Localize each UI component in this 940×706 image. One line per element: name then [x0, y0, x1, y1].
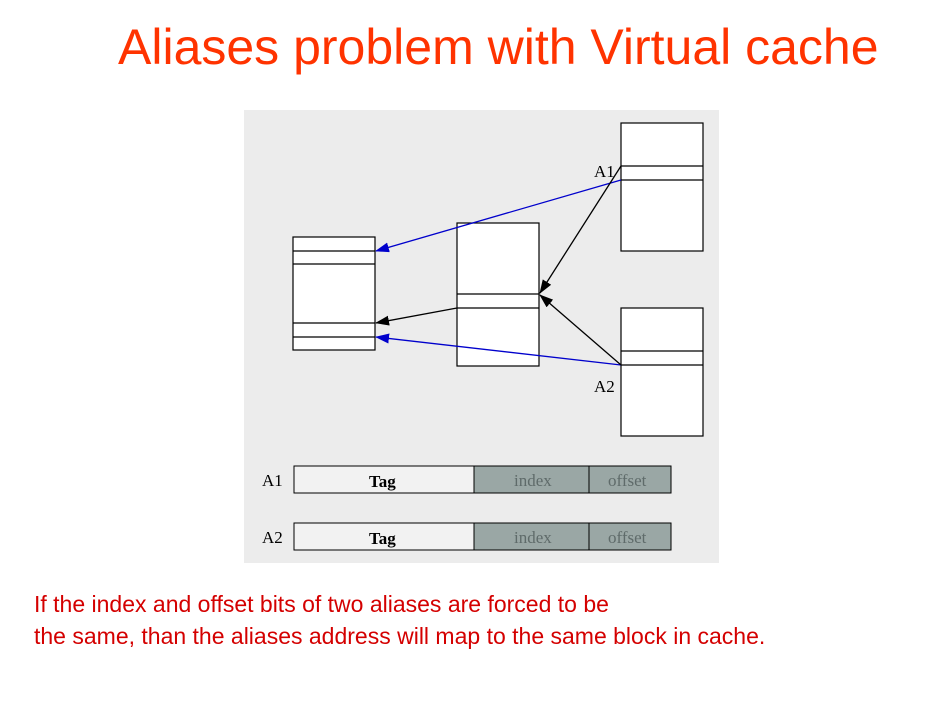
index-field: index: [514, 471, 552, 490]
arrow-a1-to-memory: [539, 165, 622, 294]
arrow-a2-to-memory: [539, 294, 622, 366]
address-row-a2: A2 Tag index offset: [262, 522, 672, 551]
label-a1: A1: [594, 162, 615, 181]
address-row-a1: A1 Tag index offset: [262, 465, 672, 494]
caption-line: If the index and offset bits of two alia…: [34, 591, 609, 617]
virtual-page-a2: [620, 307, 704, 437]
address-row-label: A1: [262, 471, 283, 490]
tag-field: Tag: [369, 472, 396, 491]
offset-field: offset: [608, 528, 647, 547]
virtual-page-a1: [620, 122, 704, 252]
index-field: index: [514, 528, 552, 547]
virtual-cache-block: [292, 236, 376, 351]
physical-memory-block: [456, 222, 540, 367]
address-row-label: A2: [262, 528, 283, 547]
arrow-memory-to-cache: [375, 307, 458, 326]
caption: If the index and offset bits of two alia…: [34, 588, 934, 652]
offset-field: offset: [608, 471, 647, 490]
label-a2: A2: [594, 377, 615, 396]
caption-line: the same, than the aliases address will …: [34, 623, 766, 649]
tag-field: Tag: [369, 529, 396, 548]
